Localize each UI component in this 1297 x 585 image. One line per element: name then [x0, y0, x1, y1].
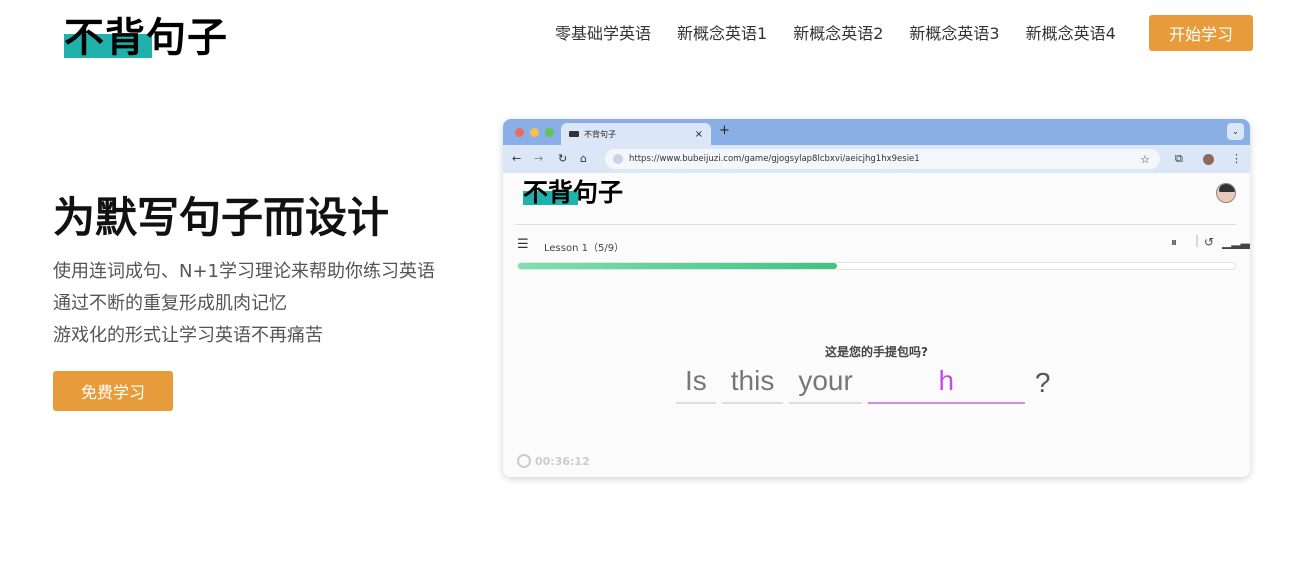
alarm-clock-icon — [517, 454, 531, 468]
nav-item-nce3[interactable]: 新概念英语3 — [909, 22, 999, 46]
tab-close-icon: × — [694, 128, 703, 140]
home-icon: ⌂ — [580, 152, 587, 165]
forward-icon: → — [534, 152, 544, 165]
stats-icon: ▁▂▃ — [1222, 235, 1250, 249]
main-nav: 零基础学英语 新概念英语1 新概念英语2 新概念英语3 新概念英语4 — [555, 22, 1116, 46]
browser-screenshot: 不背句子 × + ⌄ ← → ↻ ⌂ https://www.bubeijuzi… — [503, 119, 1250, 477]
browser-tab: 不背句子 × — [561, 123, 711, 145]
favicon-icon — [569, 131, 579, 137]
nav-item-nce1[interactable]: 新概念英语1 — [677, 22, 767, 46]
divider — [515, 224, 1236, 225]
punctuation: ? — [1034, 367, 1051, 398]
logo-text: 不背句子 — [64, 15, 228, 61]
site-logo[interactable]: 不背句子 — [64, 14, 228, 62]
minimize-dot-icon — [530, 128, 539, 137]
maximize-dot-icon — [545, 128, 554, 137]
undo-icon: ↺ — [1204, 235, 1215, 249]
site-info-icon — [613, 154, 623, 164]
separator: | — [1195, 233, 1200, 247]
url-text: https://www.bubeijuzi.com/game/gjogsylap… — [629, 154, 920, 164]
bookmark-star-icon: ☆ — [1140, 152, 1150, 166]
lesson-progress-bar — [517, 262, 1236, 270]
progress-fill — [518, 263, 838, 269]
address-bar: https://www.bubeijuzi.com/game/gjogsylap… — [605, 149, 1160, 169]
word-slot: Is — [676, 363, 716, 404]
close-dot-icon — [515, 128, 524, 137]
tab-dropdown-icon: ⌄ — [1227, 123, 1244, 140]
app-logo-text: 不背句子 — [523, 178, 624, 207]
timer: 00:36:12 — [517, 454, 590, 468]
free-learning-button[interactable]: 免费学习 — [53, 371, 173, 411]
answer-words: Is this your h ? — [676, 363, 1059, 404]
nav-item-nce2[interactable]: 新概念英语2 — [793, 22, 883, 46]
app-logo: 不背句子 — [523, 177, 623, 209]
back-icon: ← — [512, 152, 522, 165]
new-tab-icon: + — [719, 123, 730, 138]
active-word-input: h — [867, 363, 1025, 404]
tab-title: 不背句子 — [584, 129, 616, 139]
app-page: 不背句子 ☰ Lesson 1（5/9） ⏸ | ↺ ▁▂▃ 这是您的手提包吗?… — [503, 173, 1250, 477]
hero-title: 为默写句子而设计 — [53, 193, 390, 242]
word-slot: your — [789, 363, 862, 404]
profile-avatar-icon — [1203, 154, 1214, 165]
window-controls — [515, 128, 554, 137]
hero-line: 使用连词成句、N+1学习理论来帮助你练习英语 — [53, 261, 435, 282]
browser-tabbar: 不背句子 × + ⌄ — [503, 119, 1250, 145]
user-avatar — [1216, 183, 1236, 203]
browser-toolbar: ← → ↻ ⌂ https://www.bubeijuzi.com/game/g… — [503, 145, 1250, 173]
start-learning-button[interactable]: 开始学习 — [1149, 15, 1253, 51]
more-menu-icon: ⋮ — [1231, 152, 1242, 165]
extensions-icon: ⧉ — [1175, 152, 1183, 165]
menu-icon: ☰ — [517, 237, 529, 252]
lesson-label: Lesson 1（5/9） — [544, 243, 625, 254]
timer-text: 00:36:12 — [535, 454, 590, 468]
nav-item-beginner[interactable]: 零基础学英语 — [555, 22, 651, 46]
nav-item-nce4[interactable]: 新概念英语4 — [1026, 22, 1116, 46]
question-text: 这是您的手提包吗? — [825, 345, 928, 359]
word-slot: this — [721, 363, 784, 404]
hero-line: 通过不断的重复形成肌肉记忆 — [53, 293, 287, 314]
hero-line: 游戏化的形式让学习英语不再痛苦 — [53, 325, 323, 346]
reload-icon: ↻ — [558, 152, 568, 165]
pause-icon: ⏸ — [1171, 235, 1178, 249]
hero-description: 使用连词成句、N+1学习理论来帮助你练习英语 通过不断的重复形成肌肉记忆 游戏化… — [53, 256, 435, 352]
